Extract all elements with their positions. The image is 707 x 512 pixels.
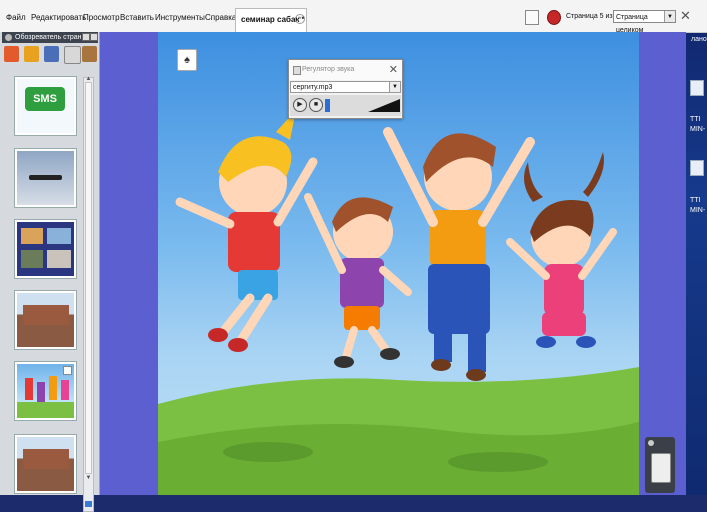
desktop-label: TTI [690, 197, 701, 204]
properties-tab-icon[interactable] [64, 46, 81, 64]
page-sorter-panel: Обозреватель страниц SMS [0, 32, 100, 512]
dialog-title: Регулятор звука [302, 66, 355, 73]
zoom-slider-handle[interactable] [85, 501, 92, 507]
desktop-background [686, 0, 707, 495]
playback-controls: ▶ ■ [290, 95, 401, 116]
menu-bar: Файл Редактировать Просмотр Вставить Инс… [0, 0, 707, 34]
scroll-down-icon[interactable]: ▼ [84, 475, 93, 481]
page-sorter-tab-icon[interactable] [4, 46, 19, 62]
kids-image [25, 378, 33, 400]
page-menu-icon[interactable] [63, 366, 72, 375]
document-tab[interactable]: семинар сабак * × [235, 8, 307, 32]
fullscreen-icon[interactable]: ✕ [680, 8, 691, 24]
collage-image [21, 228, 43, 244]
panel-close-icon[interactable] [90, 33, 98, 41]
kids-image [49, 376, 57, 400]
collage-image [47, 250, 71, 268]
close-icon[interactable]: × [295, 14, 305, 24]
desktop-file-icon[interactable] [690, 80, 704, 96]
thumbnail-scrollbar[interactable]: ▲ ▼ [83, 76, 94, 512]
desktop-label: ланок [691, 36, 707, 43]
addons-tab-icon[interactable] [82, 46, 97, 62]
menu-view[interactable]: Просмотр [83, 13, 120, 22]
kids-image [37, 382, 45, 402]
chevron-down-icon: ▼ [389, 82, 400, 92]
audio-file-select[interactable]: сергиту.mp3 ▼ [290, 81, 401, 93]
panel-titlebar: Обозреватель страниц [2, 32, 98, 43]
airplane-image [29, 175, 62, 180]
volume-slider[interactable] [368, 99, 400, 112]
dialog-titlebar[interactable]: Регулятор звука ✕ [289, 60, 402, 80]
play-icon[interactable]: ▶ [293, 98, 307, 112]
desktop-label: TTI [690, 116, 701, 123]
trash-icon[interactable] [651, 453, 671, 483]
page-thumbnail[interactable] [15, 362, 76, 420]
desktop-label: MIN- [690, 207, 706, 214]
menu-tools[interactable]: Инструменты [155, 13, 205, 22]
menu-file[interactable]: Файл [6, 13, 26, 22]
menu-insert[interactable]: Вставить [120, 13, 154, 22]
zoom-select[interactable]: Страница целиком ▼ [613, 10, 676, 34]
menu-edit[interactable]: Редактировать [31, 13, 86, 22]
menu-help[interactable]: Справка [205, 13, 236, 22]
sound-control-dialog: Регулятор звука ✕ сергиту.mp3 ▼ ▶ ■ [288, 59, 403, 119]
sms-label: SMS [25, 87, 65, 111]
panel-title: Обозреватель страниц [15, 34, 81, 41]
zoom-select-value: Страница целиком [616, 14, 648, 34]
attachments-tab-icon[interactable] [44, 46, 59, 62]
chevron-down-icon: ▼ [664, 11, 675, 22]
window-icon [293, 66, 301, 75]
lock-icon[interactable]: ♠ [177, 49, 197, 71]
playback-position-slider[interactable] [325, 99, 330, 112]
page-thumbnail[interactable] [15, 149, 76, 207]
gallery-tab-icon[interactable] [24, 46, 39, 62]
audio-file-name: сергиту.mp3 [293, 84, 333, 91]
desktop-label: MIN- [690, 126, 706, 133]
page-layout-icon[interactable] [525, 10, 539, 25]
page-thumbnail[interactable] [15, 291, 76, 349]
page-thumbnail[interactable] [15, 435, 76, 493]
close-icon[interactable]: ✕ [389, 63, 398, 76]
page-counter: Страница 5 из 7 [566, 13, 619, 20]
collage-image [21, 250, 43, 268]
stop-icon[interactable]: ■ [309, 98, 323, 112]
page-thumbnail[interactable] [15, 220, 76, 278]
panel-pin-icon[interactable] [82, 33, 90, 41]
building-image [23, 305, 69, 325]
record-icon[interactable] [547, 10, 561, 25]
panel-menu-icon[interactable] [5, 34, 12, 41]
panel-toolbar [4, 46, 97, 66]
page-thumbnail[interactable]: SMS [15, 77, 76, 135]
desktop-file-icon[interactable] [690, 160, 704, 176]
trash-panel [645, 437, 675, 493]
scrollbar-thumb[interactable] [85, 82, 92, 474]
kids-image [61, 380, 69, 400]
building-image [23, 449, 69, 469]
panel-menu-icon[interactable] [648, 440, 654, 446]
collage-image [47, 228, 71, 244]
